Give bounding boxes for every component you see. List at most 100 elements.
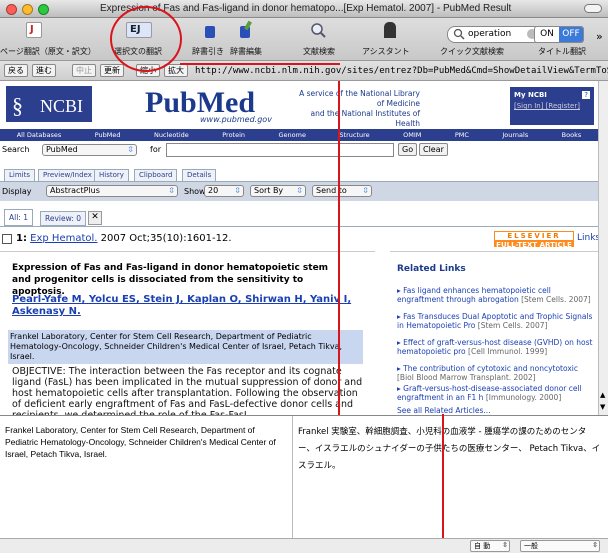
url-bar[interactable]: http://www.ncbi.nlm.nih.gov/sites/entrez…	[195, 64, 608, 78]
tab-preview-index[interactable]: Preview/Index	[38, 169, 97, 181]
toolbar-label-page-translate[interactable]: ページ翻訳（原文・訳文）	[0, 46, 96, 57]
tab-review[interactable]: Review: 0	[40, 211, 87, 226]
links-menu[interactable]: Links	[577, 233, 598, 243]
literature-search-icon[interactable]	[310, 22, 326, 38]
page-translate-icon[interactable]: J	[26, 22, 42, 38]
tab-limits[interactable]: Limits	[4, 169, 35, 181]
domain-value: 一般	[524, 542, 538, 550]
toggle-off[interactable]: OFF	[559, 27, 583, 42]
db-journals[interactable]: Journals	[502, 131, 528, 139]
see-all-related-link[interactable]: See all Related Articles...	[397, 406, 595, 415]
related-item-title[interactable]: The contribution of cytotoxic and noncyt…	[403, 364, 578, 373]
translated-text-pane[interactable]: Frankel 実験室、幹細胞調査、小児科の血液学 - 腫瘍学の課のためのセンタ…	[298, 424, 603, 475]
source-text-pane[interactable]: Frankel Laboratory, Center for Stem Cell…	[5, 424, 289, 460]
display-format-select[interactable]: AbstractPlus ⇳	[46, 185, 178, 197]
elsevier-fulltext-button[interactable]: ELSEVIER FULL-TEXT ARTICLE	[494, 231, 574, 249]
translation-panes: Frankel Laboratory, Center for Stem Cell…	[0, 414, 608, 553]
mode-select[interactable]: 自 動 ⇳	[470, 540, 510, 552]
my-ncbi-box: My NCBI ? [Sign In] [Register]	[510, 87, 594, 125]
db-pmc[interactable]: PMC	[455, 131, 469, 139]
db-genome[interactable]: Genome	[278, 131, 305, 139]
db-all[interactable]: All Databases	[17, 131, 62, 139]
show-count-select[interactable]: 20 ⇳	[204, 185, 244, 197]
page-scrollbar[interactable]: ▲ ▼	[598, 81, 608, 415]
select-arrows-icon: ⇳	[127, 145, 134, 154]
dictionary-edit-icon[interactable]	[240, 20, 252, 38]
translation-on-off-toggle[interactable]: ON OFF	[534, 26, 584, 43]
quick-search-value: operation	[468, 29, 512, 39]
db-pubmed[interactable]: PubMed	[95, 131, 121, 139]
related-item-source: [Stem Cells. 2007]	[521, 295, 591, 304]
tab-history[interactable]: History	[94, 169, 129, 181]
assistant-icon[interactable]	[384, 22, 396, 38]
select-arrows-icon: ⇳	[168, 186, 175, 195]
domain-select[interactable]: 一般 ⇳	[520, 540, 600, 552]
related-links-heading: Related Links	[397, 264, 466, 274]
select-arrows-icon: ⇳	[362, 186, 369, 195]
dictionary-lookup-icon[interactable]	[205, 26, 215, 38]
sort-by-select[interactable]: Sort By ⇳	[250, 185, 306, 197]
nlm-text: A service of the National Library of Med…	[290, 89, 420, 129]
toolbar-label-quick-search[interactable]: クイック文献検索	[440, 46, 504, 57]
toolbar-label-assistant[interactable]: アシスタント	[362, 46, 410, 57]
search-label: Search	[2, 145, 30, 154]
pane-divider[interactable]	[292, 416, 293, 540]
related-item-source: [Biol Blood Marrow Transplant. 2002]	[397, 373, 536, 382]
quick-search-input[interactable]: operation	[447, 26, 542, 43]
scroll-down-icon[interactable]: ▼	[600, 403, 605, 411]
toolbar-label-literature-search[interactable]: 文献検索	[303, 46, 335, 57]
related-item[interactable]: ▸ Graft-versus-host-disease-associated d…	[397, 384, 595, 402]
related-item[interactable]: ▸ Fas ligand enhances hematopoietic cell…	[397, 286, 595, 304]
toolbar-toggle-pill[interactable]	[584, 4, 602, 13]
back-button[interactable]: 戻る	[4, 64, 28, 77]
affiliation-selected[interactable]: Frankel Laboratory, Center for Stem Cell…	[8, 330, 363, 364]
toolbar-label-dictionary-edit[interactable]: 辞書編集	[230, 46, 262, 57]
toolbar-label-title-translate[interactable]: タイトル翻訳	[538, 46, 586, 57]
go-button[interactable]: Go	[398, 143, 418, 156]
zoom-window-button[interactable]	[38, 4, 49, 15]
send-to-select[interactable]: Send to ⇳	[312, 185, 372, 197]
database-select-value: PubMed	[46, 145, 78, 154]
related-item-source: [Stem Cells. 2007]	[477, 321, 548, 330]
tools-icon[interactable]: ✕	[88, 211, 102, 225]
tab-all-results[interactable]: All: 1	[4, 209, 33, 226]
related-item[interactable]: ▸ The contribution of cytotoxic and nonc…	[397, 364, 595, 382]
reload-button[interactable]: 更新	[100, 64, 124, 77]
minimize-window-button[interactable]	[22, 4, 33, 15]
result-checkbox[interactable]	[2, 234, 12, 244]
forward-button[interactable]: 進む	[32, 64, 56, 77]
ncbi-helix-icon: §	[12, 93, 23, 118]
db-structure[interactable]: Structure	[339, 131, 369, 139]
related-item[interactable]: ▸ Effect of graft-versus-host disease (G…	[397, 338, 595, 356]
toggle-on[interactable]: ON	[535, 27, 559, 42]
annotation-vertical-line-lower	[442, 414, 444, 538]
tab-details[interactable]: Details	[182, 169, 217, 181]
my-ncbi-help-icon[interactable]: ?	[582, 91, 590, 99]
close-window-button[interactable]	[6, 4, 17, 15]
result-citation: 1: Exp Hematol. 2007 Oct;35(10):1601-12.	[2, 233, 232, 244]
author-list[interactable]: Pearl-Yafe M, Yolcu ES, Stein J, Kaplan …	[12, 294, 367, 318]
sort-by-value: Sort By	[254, 186, 284, 195]
db-protein[interactable]: Protein	[222, 131, 245, 139]
tab-clipboard[interactable]: Clipboard	[134, 169, 178, 181]
search-term-input[interactable]	[166, 143, 394, 157]
stop-button[interactable]: 中止	[72, 64, 96, 77]
zoom-in-button[interactable]: 拡大	[164, 64, 188, 77]
db-nucleotide[interactable]: Nucleotide	[154, 131, 189, 139]
scroll-up-icon[interactable]: ▲	[600, 391, 605, 399]
db-omim[interactable]: OMIM	[403, 131, 421, 139]
journal-link[interactable]: Exp Hematol.	[30, 233, 97, 244]
clear-button[interactable]: Clear	[419, 143, 448, 156]
display-bar: Display AbstractPlus ⇳ Show 20 ⇳ Sort By…	[0, 181, 598, 201]
my-ncbi-title: My NCBI	[514, 91, 547, 99]
ncbi-logo[interactable]: § NCBI	[6, 86, 92, 122]
db-books[interactable]: Books	[562, 131, 582, 139]
signin-register-link[interactable]: [Sign In] [Register]	[514, 102, 590, 110]
related-item[interactable]: ▸ Fas Transduces Dual Apoptotic and Trop…	[397, 312, 595, 330]
display-format-value: AbstractPlus	[50, 186, 100, 195]
toolbar-overflow-icon[interactable]: »	[596, 30, 603, 43]
toolbar-label-dictionary-lookup[interactable]: 辞書引き	[192, 46, 224, 57]
result-number: 1:	[16, 233, 27, 244]
database-select[interactable]: PubMed ⇳	[42, 144, 137, 156]
search-tabs: Limits Preview/Index History Clipboard D…	[0, 169, 598, 181]
